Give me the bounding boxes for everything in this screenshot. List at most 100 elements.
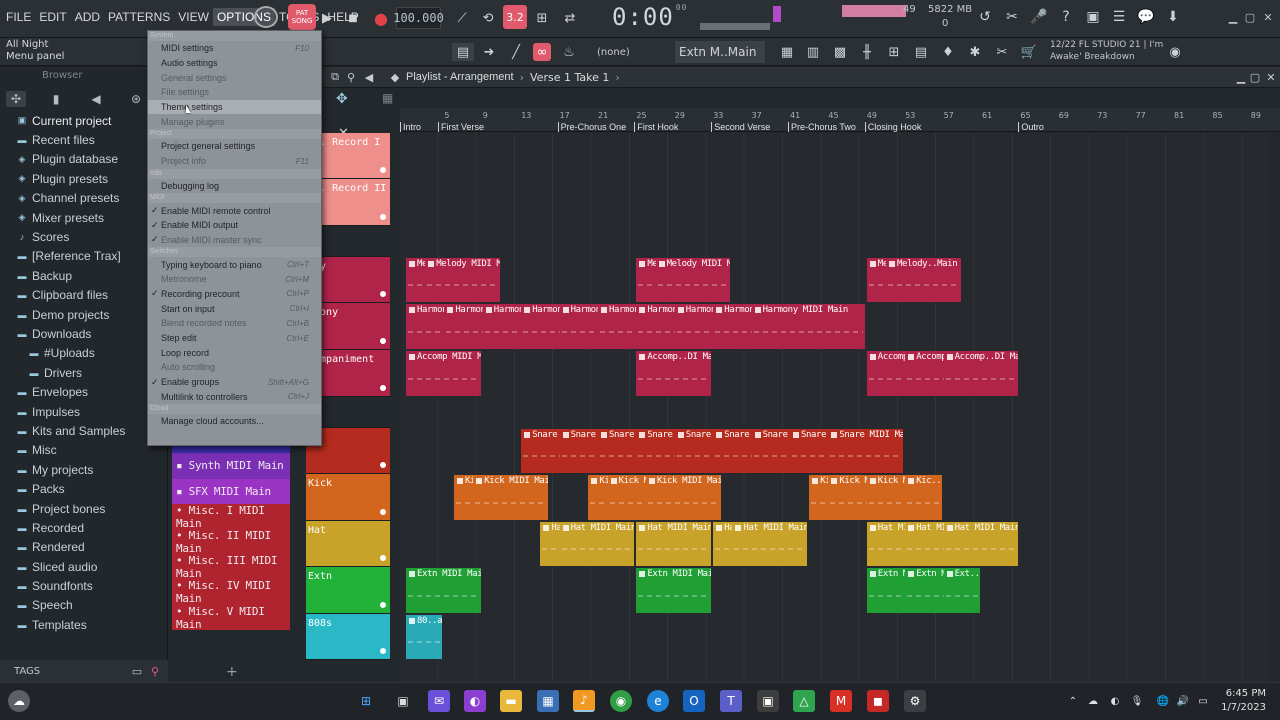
- menu-item[interactable]: Blend recorded notes Ctrl+B: [148, 316, 321, 331]
- section-marker[interactable]: Intro: [400, 122, 421, 132]
- section-marker[interactable]: Second Verse: [711, 122, 770, 132]
- menu-item[interactable]: File settings: [148, 85, 321, 100]
- track-mute-dot[interactable]: [380, 214, 386, 220]
- browser-item[interactable]: ▬ Envelopes: [0, 382, 167, 401]
- tag-search-icon[interactable]: ⚲: [148, 664, 162, 678]
- loop-icon[interactable]: ⟲: [478, 5, 498, 31]
- menu-item[interactable]: Loop record: [148, 345, 321, 360]
- playlist-close-icon[interactable]: ✕: [1264, 70, 1278, 84]
- browser-item[interactable]: ▬ Soundfonts: [0, 576, 167, 595]
- browser-item[interactable]: ◈ Plugin presets: [0, 169, 167, 188]
- mixer-icon[interactable]: ☰: [1110, 8, 1128, 26]
- taskbar-clock[interactable]: 6:45 PM 1/7/2023: [1221, 687, 1266, 715]
- channel-selector[interactable]: Extn M..Main: [675, 41, 765, 63]
- browser-item[interactable]: ◈ Channel presets: [0, 189, 167, 208]
- browser-files-icon[interactable]: ▮: [46, 91, 66, 107]
- menu-item[interactable]: Debugging log: [148, 179, 321, 194]
- news-panel[interactable]: 12/22 FL STUDIO 21 | I'm Awake' Breakdow…: [1050, 39, 1163, 63]
- track-header[interactable]: 808s: [306, 614, 390, 660]
- master-volume-knob[interactable]: [254, 6, 278, 28]
- settings-icon[interactable]: ⚙: [904, 690, 926, 712]
- song-position-display[interactable]: 0:00 00: [612, 3, 687, 31]
- pattern-item[interactable]: ▪ SFX MIDI Main: [172, 478, 290, 504]
- menu-item[interactable]: Multilink to controllers Ctrl+J: [148, 389, 321, 404]
- tray-mic-icon[interactable]: 🎙: [1130, 694, 1144, 708]
- breadcrumb-arrow-icon[interactable]: ›: [615, 71, 619, 84]
- chat-icon[interactable]: 💬: [1137, 8, 1155, 26]
- browser-audio-icon[interactable]: ◀: [86, 91, 106, 107]
- pattern-item[interactable]: ▪ Synth MIDI Main: [172, 453, 290, 479]
- channel-rack-icon[interactable]: ▩: [831, 43, 849, 61]
- browser-item[interactable]: ◈ Plugin database: [0, 150, 167, 169]
- vertical-scrollbar[interactable]: [1268, 133, 1280, 682]
- link-icon[interactable]: ∞: [533, 43, 551, 61]
- grid-tool-icon[interactable]: ▦: [382, 91, 393, 105]
- track-mute-dot[interactable]: [380, 291, 386, 297]
- menu-item[interactable]: Typing keyboard to piano Ctrl+T: [148, 257, 321, 272]
- start-icon[interactable]: ⊞: [355, 690, 377, 712]
- browser-item[interactable]: ▬ Drivers: [0, 363, 167, 382]
- menu-item[interactable]: ✓ Enable groups Shift+Alt+G: [148, 375, 321, 390]
- arrow-right-icon[interactable]: ➜: [480, 43, 498, 61]
- snap-icon[interactable]: ▤: [452, 43, 474, 61]
- wait-input-icon[interactable]: ⇄: [560, 5, 580, 31]
- track-mute-dot[interactable]: [380, 338, 386, 344]
- menu-item[interactable]: Project info F11: [148, 154, 321, 169]
- track-header[interactable]: Extn: [306, 567, 390, 614]
- browser-plugins-icon[interactable]: ⊛: [126, 91, 146, 107]
- browser-item[interactable]: ▬ Templates: [0, 615, 167, 634]
- play-icon[interactable]: ▶: [320, 5, 334, 31]
- browser-item[interactable]: ▬ #Uploads: [0, 344, 167, 363]
- menu-item[interactable]: ✓ Enable MIDI master sync: [148, 233, 321, 248]
- window-options-icon[interactable]: ⧉: [328, 70, 342, 84]
- browser-item[interactable]: ▬ Rendered: [0, 538, 167, 557]
- pattern-item[interactable]: • Misc. II MIDI Main: [172, 529, 290, 555]
- browser-item[interactable]: ▬ My projects: [0, 460, 167, 479]
- track-header[interactable]: Kick: [306, 474, 390, 521]
- chrome-icon[interactable]: ◉: [610, 690, 632, 712]
- playlist-clip[interactable]: Accomp..DI Main: [636, 351, 712, 396]
- cart-icon[interactable]: 🛒: [1020, 43, 1038, 61]
- section-marker[interactable]: First Hook: [634, 122, 678, 132]
- browser-item[interactable]: ▬ Speech: [0, 596, 167, 615]
- playlist-clip[interactable]: Extn MIDI Main: [636, 568, 712, 613]
- tray-app-icon[interactable]: ◐: [1108, 694, 1122, 708]
- menu-item[interactable]: ✓ Enable MIDI output: [148, 218, 321, 233]
- pattern-item[interactable]: • Misc. V MIDI Main: [172, 605, 290, 631]
- snap-arrow-icon[interactable]: ✥: [336, 91, 348, 107]
- arrangement-grid[interactable]: Melody MIDI Main Melody MIDI Main Melody..…: [400, 133, 1280, 682]
- menu-item[interactable]: Step edit Ctrl+E: [148, 331, 321, 346]
- tray-volume-icon[interactable]: 🔊: [1176, 694, 1190, 708]
- store-icon[interactable]: ▣: [757, 690, 779, 712]
- playlist-icon[interactable]: ▦: [778, 43, 796, 61]
- track-mute-dot[interactable]: [380, 509, 386, 515]
- track-mute-dot[interactable]: [380, 648, 386, 654]
- gmail-icon[interactable]: M: [830, 690, 852, 712]
- step-display[interactable]: 3.2: [503, 5, 527, 29]
- browser-item[interactable]: ▬ Packs: [0, 479, 167, 498]
- browser-item[interactable]: ◈ Mixer presets: [0, 208, 167, 227]
- playlist-clip[interactable]: Melody MIDI Main: [655, 258, 731, 302]
- playlist-clip[interactable]: Harmony MIDI Main: [751, 304, 865, 349]
- tray-chevron-icon[interactable]: ⌃: [1066, 694, 1080, 708]
- record-mode-icon[interactable]: ♨: [560, 43, 578, 61]
- menu-item[interactable]: ✓ Recording precount Ctrl+P: [148, 287, 321, 302]
- teams-icon[interactable]: T: [720, 690, 742, 712]
- menu-add[interactable]: ADD: [71, 8, 104, 26]
- maximize-icon[interactable]: ▢: [1243, 10, 1257, 24]
- track-mute-dot[interactable]: [380, 462, 386, 468]
- edge-icon[interactable]: e: [647, 690, 669, 712]
- playlist-clip[interactable]: 80..ain: [406, 615, 443, 659]
- stop-icon[interactable]: ■: [346, 5, 360, 31]
- track-mute-dot[interactable]: [380, 602, 386, 608]
- arrangement-nav-icon[interactable]: ◆: [388, 70, 402, 84]
- tempo-display[interactable]: 100.000: [393, 7, 444, 29]
- section-marker[interactable]: Closing Hook: [864, 122, 921, 132]
- browser-item[interactable]: ▬ Project bones: [0, 499, 167, 518]
- browser-item[interactable]: ▬ Recent files: [0, 130, 167, 149]
- piano-roll-icon[interactable]: ▥: [804, 43, 822, 61]
- plugin-picker-icon[interactable]: ⊞: [885, 43, 903, 61]
- mixer-view-icon[interactable]: ╫: [858, 43, 876, 61]
- menu-item[interactable]: Manage plugins: [148, 114, 321, 129]
- browser-item[interactable]: ▬ Sliced audio: [0, 557, 167, 576]
